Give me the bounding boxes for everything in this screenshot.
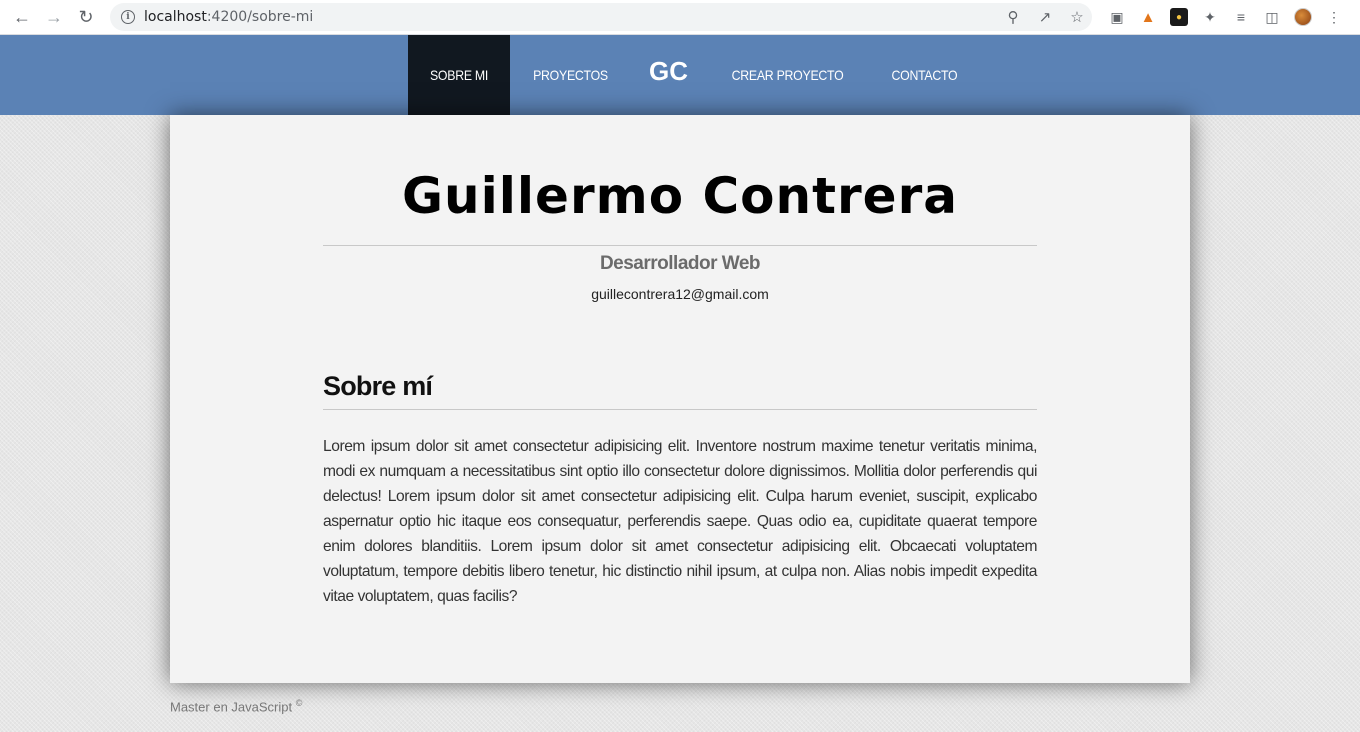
browser-menu-icon[interactable]: ⋮ (1325, 8, 1343, 26)
zoom-icon[interactable]: ⚲ (1004, 8, 1022, 26)
profile-name: Guillermo Contrera (402, 167, 958, 225)
nav-contacto[interactable]: CONTACTO (876, 35, 974, 115)
cast-extension-icon[interactable]: ▣ (1108, 8, 1126, 26)
main-menu: SOBRE MI PROYECTOS GC CREAR PROYECTO CON… (408, 35, 980, 115)
url-text[interactable]: localhost:4200/sobre-mi (144, 9, 313, 25)
about-text: Lorem ipsum dolor sit amet consectetur a… (323, 438, 1037, 605)
nav-crear-proyecto[interactable]: CREAR PROYECTO (716, 35, 859, 115)
about-title: Sobre mí (323, 371, 433, 401)
header-divider (323, 245, 1037, 246)
site-logo[interactable]: GC (631, 27, 706, 115)
reading-list-icon[interactable]: ≡ (1232, 8, 1250, 26)
share-icon[interactable]: ↗ (1036, 8, 1054, 26)
page-background: SOBRE MI PROYECTOS GC CREAR PROYECTO CON… (0, 35, 1360, 732)
nav-sobre-mi-label: SOBRE MI (429, 67, 489, 83)
url-host: localhost (144, 9, 207, 25)
side-panel-icon[interactable]: ◫ (1263, 8, 1281, 26)
forward-arrow-icon[interactable]: → (38, 1, 70, 33)
about-divider (323, 409, 1037, 410)
address-bar[interactable]: i localhost:4200/sobre-mi ⚲ ↗ ☆ (110, 3, 1092, 31)
site-info-icon[interactable]: i (121, 10, 135, 24)
nav-sobre-mi[interactable]: SOBRE MI (408, 35, 511, 115)
extension-badge-icon[interactable]: ● (1170, 8, 1188, 26)
reload-icon[interactable]: ↻ (70, 1, 102, 33)
bookmark-star-icon[interactable]: ☆ (1068, 8, 1086, 26)
extensions-puzzle-icon[interactable]: ✦ (1201, 8, 1219, 26)
profile-avatar[interactable] (1294, 8, 1312, 26)
footer: Master en JavaScript © (170, 698, 302, 714)
copyright-symbol: © (295, 698, 303, 708)
nav-proyectos[interactable]: PROYECTOS (517, 35, 623, 115)
content-card: Guillermo Contrera Desarrollador Web gui… (170, 115, 1190, 683)
profile-email: guillecontrera12@gmail.com (591, 286, 769, 302)
url-path: :4200/sobre-mi (206, 9, 314, 25)
footer-text: Master en JavaScript (170, 699, 293, 715)
top-navigation-bar: SOBRE MI PROYECTOS GC CREAR PROYECTO CON… (0, 35, 1360, 115)
metamask-extension-icon[interactable]: ▲ (1139, 8, 1157, 26)
back-arrow-icon[interactable]: ← (6, 1, 38, 33)
profile-role: Desarrollador Web (599, 253, 761, 274)
